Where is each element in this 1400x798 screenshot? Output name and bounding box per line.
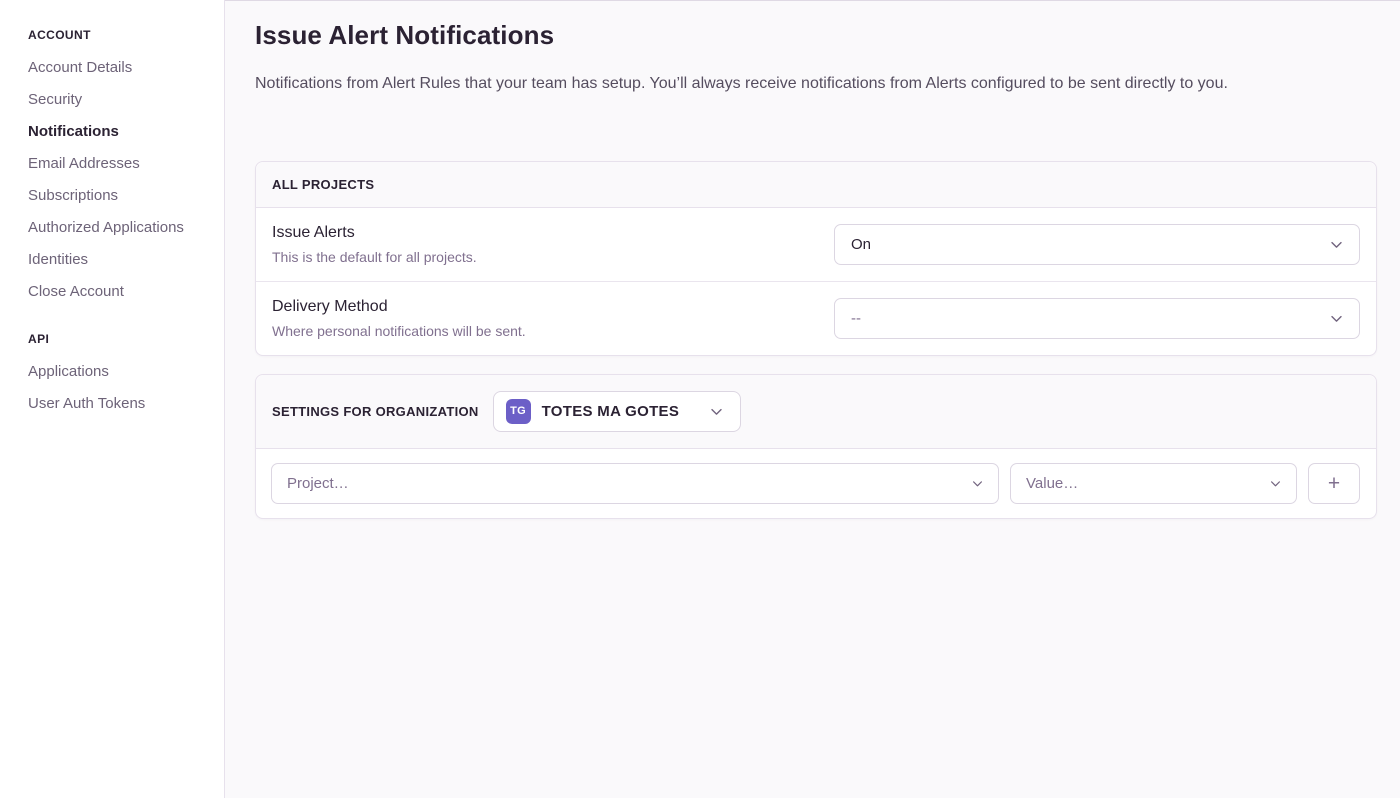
main-content: Issue Alert Notifications Notifications … [225, 20, 1400, 559]
sidebar-item-applications[interactable]: Applications [28, 356, 212, 388]
sidebar-section-header-account: ACCOUNT [28, 28, 212, 42]
sidebar-section-account: ACCOUNT Account Details Security Notific… [28, 28, 212, 308]
sidebar-section-api: API Applications User Auth Tokens [28, 332, 212, 420]
organization-settings-panel: SETTINGS FOR ORGANIZATION TG Totes Ma Go… [255, 374, 1377, 519]
all-projects-panel: ALL PROJECTS Issue Alerts This is the de… [255, 161, 1377, 356]
sidebar-item-security[interactable]: Security [28, 84, 212, 116]
issue-alerts-help: This is the default for all projects. [272, 249, 814, 265]
sidebar-item-email-addresses[interactable]: Email Addresses [28, 148, 212, 180]
chevron-down-icon [1269, 477, 1282, 490]
sidebar-item-subscriptions[interactable]: Subscriptions [28, 180, 212, 212]
all-projects-panel-header: ALL PROJECTS [256, 162, 1376, 208]
delivery-method-field-row: Delivery Method Where personal notificat… [256, 282, 1376, 355]
organization-name: Totes Ma Gotes [542, 403, 680, 420]
sidebar-item-notifications[interactable]: Notifications [28, 116, 212, 148]
delivery-method-select[interactable]: -- [834, 298, 1360, 339]
value-select-placeholder: Value… [1026, 475, 1078, 492]
sidebar-item-authorized-applications[interactable]: Authorized Applications [28, 212, 212, 244]
sidebar-item-user-auth-tokens[interactable]: User Auth Tokens [28, 388, 212, 420]
sidebar-item-identities[interactable]: Identities [28, 244, 212, 276]
project-override-row: Project… Value… + [256, 449, 1376, 518]
issue-alerts-select-value: On [851, 236, 871, 253]
value-select[interactable]: Value… [1010, 463, 1297, 504]
sidebar-item-account-details[interactable]: Account Details [28, 52, 212, 84]
settings-sidebar: ACCOUNT Account Details Security Notific… [0, 0, 225, 798]
issue-alerts-select[interactable]: On [834, 224, 1360, 265]
delivery-method-select-value: -- [851, 310, 861, 327]
add-override-button[interactable]: + [1308, 463, 1360, 504]
delivery-method-field-text: Delivery Method Where personal notificat… [272, 298, 834, 339]
delivery-method-help: Where personal notifications will be sen… [272, 323, 814, 339]
plus-icon: + [1328, 473, 1340, 494]
issue-alerts-label: Issue Alerts [272, 224, 814, 242]
project-select[interactable]: Project… [271, 463, 999, 504]
sidebar-item-close-account[interactable]: Close Account [28, 276, 212, 308]
organization-select[interactable]: TG Totes Ma Gotes [493, 391, 742, 432]
chevron-down-icon [971, 477, 984, 490]
sidebar-section-header-api: API [28, 332, 212, 346]
chevron-down-icon [1329, 311, 1344, 326]
project-select-placeholder: Project… [287, 475, 349, 492]
organization-panel-header: SETTINGS FOR ORGANIZATION TG Totes Ma Go… [256, 375, 1376, 449]
organization-avatar: TG [506, 399, 531, 424]
organization-panel-header-label: SETTINGS FOR ORGANIZATION [272, 404, 479, 419]
issue-alerts-field-row: Issue Alerts This is the default for all… [256, 208, 1376, 282]
issue-alerts-field-text: Issue Alerts This is the default for all… [272, 224, 834, 265]
page-title: Issue Alert Notifications [255, 20, 1377, 51]
chevron-down-icon [1329, 237, 1344, 252]
delivery-method-label: Delivery Method [272, 298, 814, 316]
chevron-down-icon [709, 404, 724, 419]
page-subtitle: Notifications from Alert Rules that your… [255, 73, 1377, 95]
